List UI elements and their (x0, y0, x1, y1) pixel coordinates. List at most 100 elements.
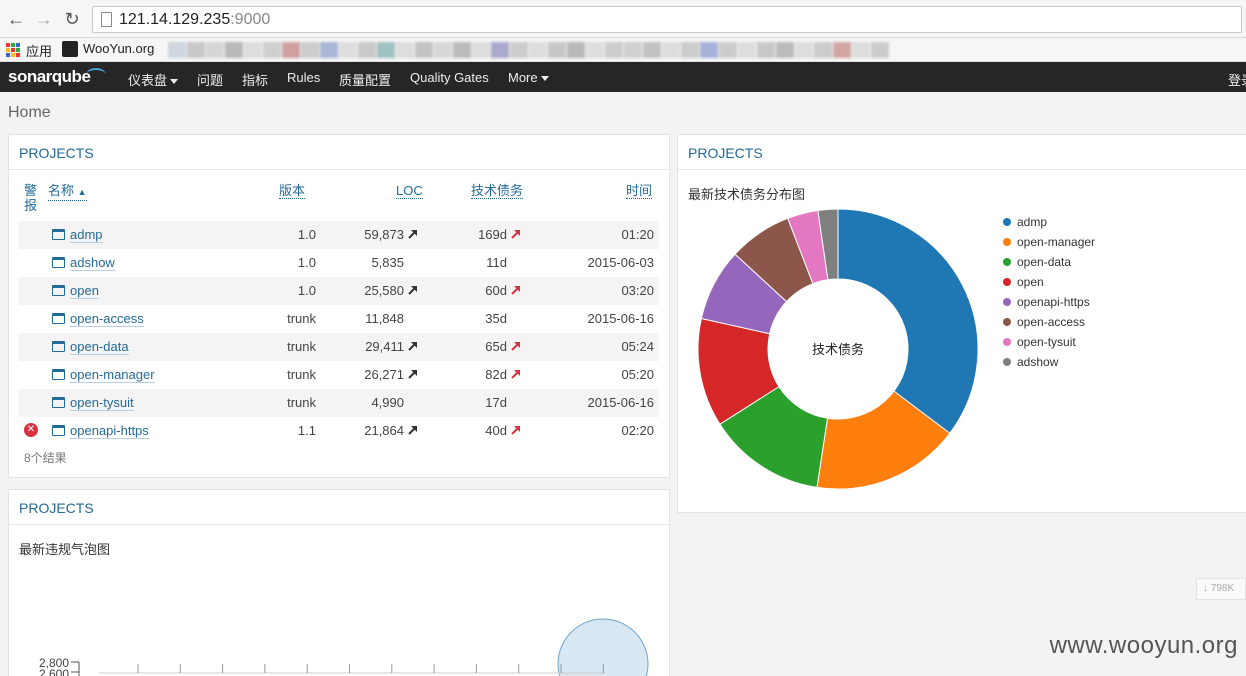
reload-icon[interactable]: ↻ (62, 8, 82, 30)
time-cell: 01:20 (621, 227, 654, 242)
nav-quality-gates[interactable]: Quality Gates (410, 70, 489, 85)
panel-title: PROJECTS (9, 490, 669, 525)
trend-up-icon (511, 230, 520, 239)
debt-cell: 82d (463, 367, 522, 382)
version-cell: 1.0 (297, 227, 316, 242)
nav-rules[interactable]: Rules (287, 70, 320, 85)
time-cell: 2015-06-03 (587, 255, 655, 270)
version-cell: 1.1 (297, 423, 316, 438)
donut-slice-admp[interactable] (837, 208, 979, 434)
caret-down-icon (170, 79, 179, 85)
version-cell: 1.0 (297, 283, 316, 298)
nav-dashboards[interactable]: 仪表盘 (128, 70, 179, 89)
trend-up-icon (511, 286, 520, 295)
bookmark-wooyun[interactable]: WooYun.org (83, 41, 154, 56)
table-row: open-manager trunk 26,271 82d 05:20 (19, 361, 659, 389)
loc-cell: 11,848 (365, 311, 404, 326)
legend-label: open-tysuit (1017, 335, 1076, 349)
apps-grid-icon[interactable] (6, 43, 20, 57)
legend-item[interactable]: open-tysuit (1003, 335, 1076, 349)
sonarqube-logo[interactable]: sonarqube (8, 67, 91, 87)
legend-dot-icon (1003, 297, 1011, 306)
breadcrumb[interactable]: Home (8, 104, 51, 122)
caret-down-icon (540, 76, 549, 82)
trend-up-icon (511, 426, 520, 435)
project-icon (52, 257, 65, 268)
project-link[interactable]: open-tysuit (70, 395, 134, 411)
col-time[interactable]: 时间 (626, 183, 653, 199)
col-debt[interactable]: 技术债务 (471, 183, 524, 199)
bubble-chart: 2,800 2,600 (39, 618, 649, 676)
nav-measures[interactable]: 指标 (242, 70, 268, 89)
project-link[interactable]: openapi-https (70, 423, 149, 439)
legend-item[interactable]: open (1003, 275, 1044, 289)
logo-wave-icon (86, 68, 106, 82)
debt-donut-panel: PROJECTS 最新技术债务分布图 技术债务 admp open-manager… (677, 134, 1246, 513)
version-cell: 1.0 (297, 255, 316, 270)
legend-item[interactable]: open-data (1003, 255, 1071, 269)
debt-cell: 60d (463, 283, 522, 298)
table-row: open-tysuit trunk 4,990 17d 2015-06-16 (19, 389, 659, 417)
project-link[interactable]: adshow (70, 255, 115, 271)
col-alert[interactable]: 警报 (24, 183, 37, 213)
nav-quality-profiles[interactable]: 质量配置 (339, 70, 391, 89)
col-loc[interactable]: LOC (396, 183, 423, 199)
version-cell: trunk (287, 339, 316, 354)
table-row: adshow 1.0 5,835 11d 2015-06-03 (19, 249, 659, 277)
download-badge[interactable]: ↓ 798K (1196, 578, 1246, 600)
project-link[interactable]: open-access (70, 311, 144, 327)
table-row: ✕ openapi-https 1.1 21,864 40d 02:20 (19, 417, 659, 445)
legend-label: open-access (1017, 315, 1086, 329)
legend-dot-icon (1003, 357, 1011, 366)
bubble-chart-panel: PROJECTS 最新违规气泡图 2,800 2,600 (8, 489, 670, 676)
trend-up-icon (511, 342, 520, 351)
time-cell: 02:20 (621, 423, 654, 438)
legend-dot-icon (1003, 237, 1011, 246)
trend-up-icon (408, 370, 417, 379)
nav-issues[interactable]: 问题 (197, 70, 223, 89)
trend-up-icon (408, 230, 417, 239)
trend-up-icon (408, 426, 417, 435)
projects-table-panel: PROJECTS 警报 名称 ▲ 版本 LOC 技术债务 时间 admp 1.0 5… (8, 134, 670, 478)
bookmark-apps[interactable]: 应用 (26, 41, 52, 60)
legend-dot-icon (1003, 217, 1011, 226)
version-cell: trunk (287, 367, 316, 382)
blurred-bookmarks (168, 38, 1238, 62)
project-link[interactable]: open (70, 283, 99, 299)
legend-item[interactable]: open-access (1003, 315, 1085, 329)
wooyun-favicon-icon (62, 41, 78, 57)
result-count: 8个结果 (24, 451, 67, 465)
project-link[interactable]: open-manager (70, 367, 155, 383)
debt-cell: 17d (485, 395, 507, 410)
time-cell: 05:20 (621, 367, 654, 382)
trend-up-icon (408, 342, 417, 351)
forward-icon[interactable]: → (34, 8, 54, 30)
project-icon (52, 397, 65, 408)
error-alert-icon: ✕ (24, 423, 38, 437)
address-bar[interactable]: 121.14.129.235:9000 (92, 6, 1242, 33)
col-name[interactable]: 名称 ▲ (48, 183, 87, 201)
loc-cell: 26,271 (355, 367, 419, 382)
loc-cell: 59,873 (355, 227, 419, 242)
nav-more[interactable]: More (508, 70, 549, 85)
chart-subtitle: 最新违规气泡图 (19, 542, 111, 557)
y-tick-label: 2,600 (39, 667, 69, 676)
legend-item[interactable]: open-manager (1003, 235, 1095, 249)
trend-up-icon (511, 370, 520, 379)
legend-item[interactable]: admp (1003, 215, 1047, 229)
project-icon (52, 313, 65, 324)
col-version[interactable]: 版本 (279, 183, 306, 199)
back-icon[interactable]: ← (6, 8, 26, 30)
project-link[interactable]: open-data (70, 339, 129, 355)
project-link[interactable]: admp (70, 227, 103, 243)
legend-label: open (1017, 275, 1044, 289)
bookmarks-bar: 应用 WooYun.org (0, 38, 1246, 62)
panel-title: PROJECTS (678, 135, 1246, 170)
legend-label: adshow (1017, 355, 1059, 369)
debt-cell: 11d (486, 255, 507, 270)
loc-cell: 5,835 (371, 255, 404, 270)
legend-item[interactable]: openapi-https (1003, 295, 1090, 309)
time-cell: 05:24 (621, 339, 654, 354)
legend-item[interactable]: adshow (1003, 355, 1058, 369)
nav-login[interactable]: 登录 (1228, 70, 1246, 89)
